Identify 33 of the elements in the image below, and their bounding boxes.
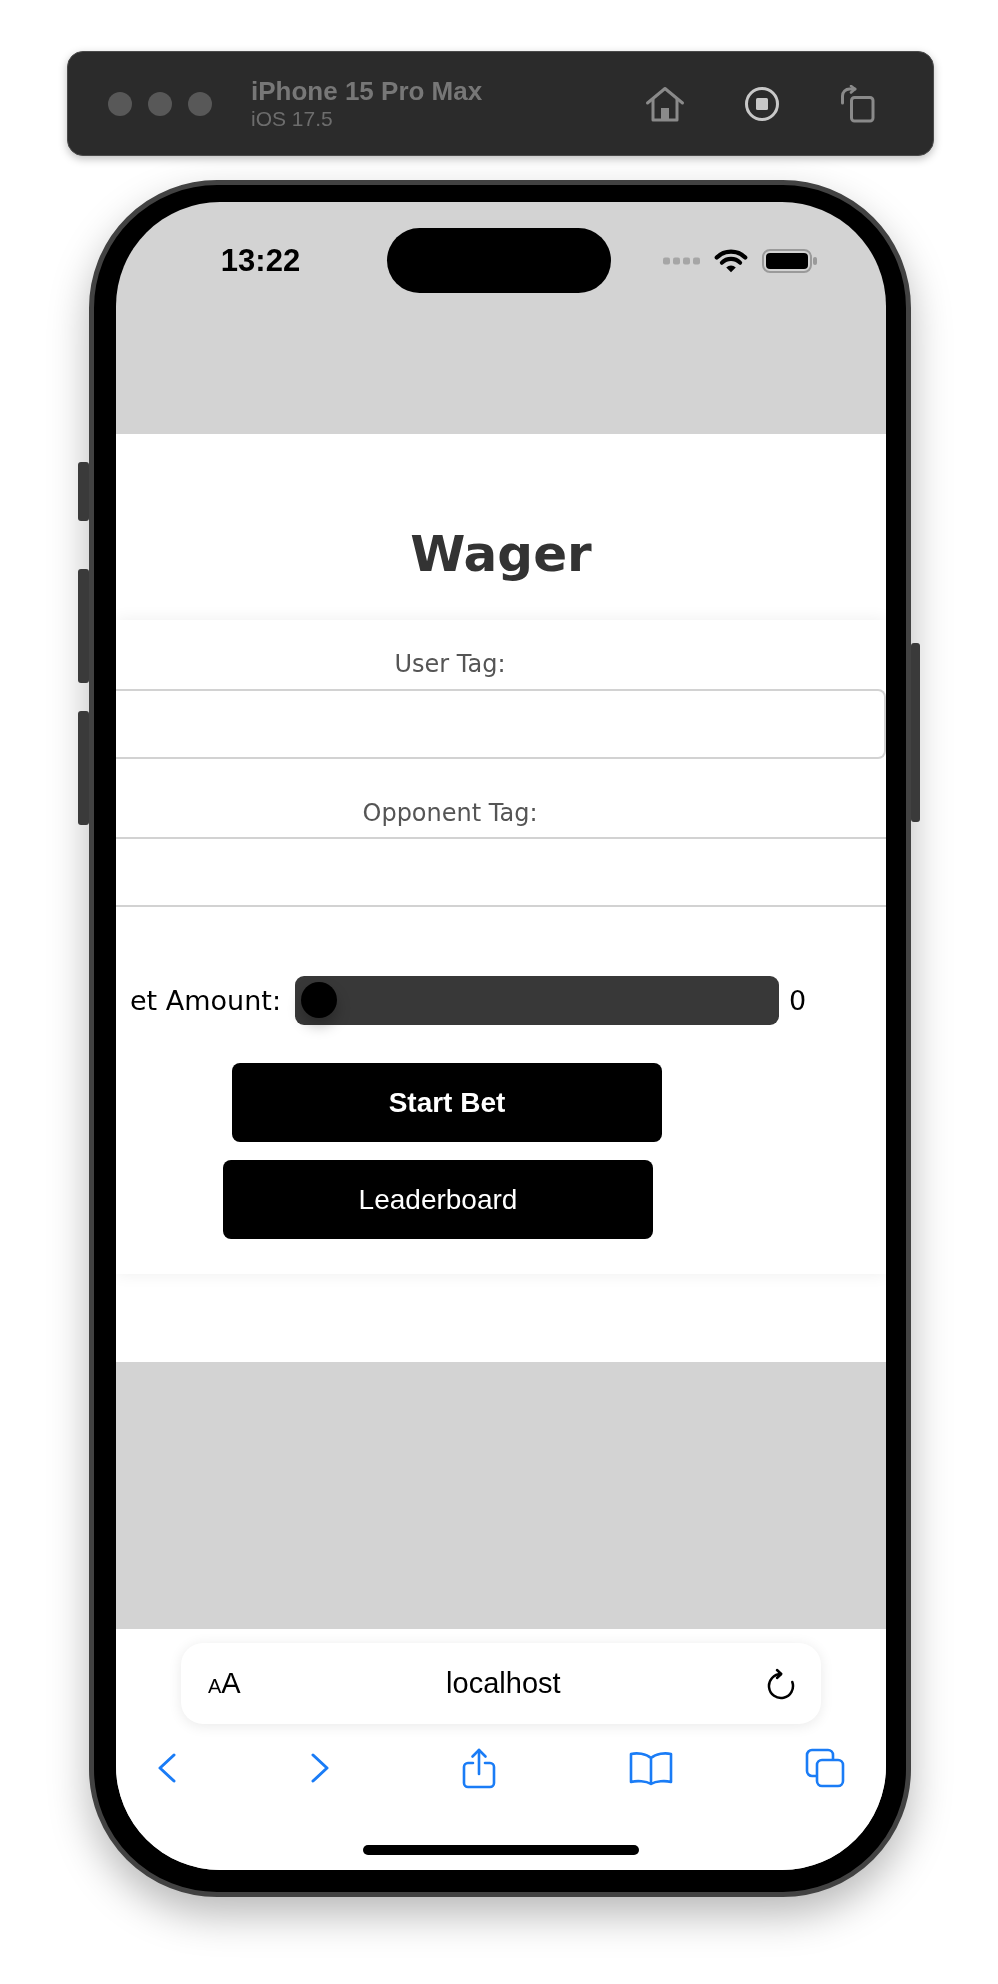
field-label: User Tag: [393, 650, 507, 679]
window-control-icon[interactable] [108, 91, 132, 116]
bet-value: 0 [789, 987, 807, 1014]
device-name: iPhone 15 Pro Max [251, 76, 483, 106]
rotate-icon[interactable] [839, 84, 875, 123]
url-text: localhost [445, 1669, 562, 1698]
field-label: Opponent Tag: [361, 799, 539, 828]
text-size-button[interactable]: AA [208, 1669, 241, 1698]
reload-icon[interactable] [766, 1667, 796, 1700]
battery-icon [762, 248, 818, 273]
back-icon[interactable] [157, 1753, 177, 1783]
share-icon[interactable] [462, 1747, 496, 1789]
text-field[interactable] [116, 689, 886, 759]
home-icon[interactable] [645, 85, 685, 122]
action-button[interactable]: Leaderboard [223, 1160, 653, 1239]
slider-track[interactable] [295, 976, 779, 1025]
action-button[interactable]: Start Bet [232, 1063, 662, 1142]
tabs-icon[interactable] [805, 1748, 845, 1788]
stop-icon[interactable] [745, 86, 779, 121]
bet-amount-label: et Amount: [130, 987, 281, 1014]
os-version: iOS 17.5 [251, 106, 334, 131]
signal-icon [663, 256, 700, 265]
forward-icon[interactable] [309, 1753, 330, 1783]
window-control-icon[interactable] [188, 91, 212, 116]
page-title: Wager [409, 524, 593, 584]
text-field[interactable] [116, 837, 886, 907]
slider-thumb[interactable] [301, 982, 337, 1018]
wifi-icon [714, 248, 748, 273]
address-bar[interactable]: AA localhost [181, 1643, 821, 1724]
book-icon[interactable] [628, 1750, 673, 1786]
side-button[interactable] [78, 462, 89, 521]
status-time: 13:22 [220, 245, 301, 276]
window-control-icon[interactable] [148, 91, 172, 116]
